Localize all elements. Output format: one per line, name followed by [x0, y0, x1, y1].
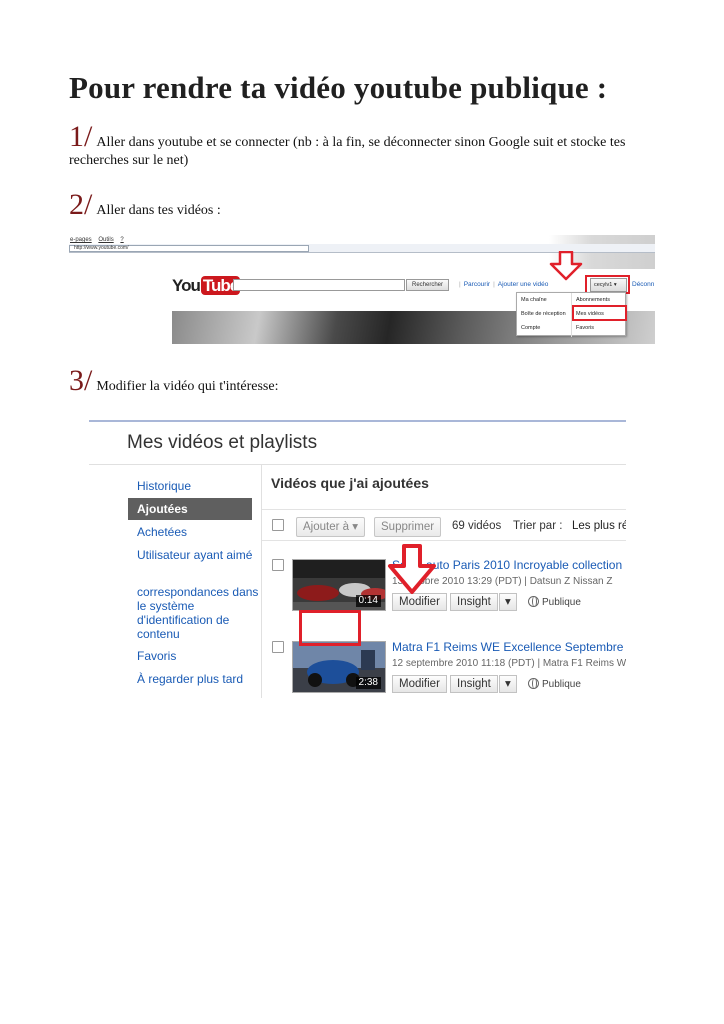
caret-down-icon: ▾: [505, 678, 511, 690]
my-videos-highlight: [572, 305, 627, 321]
privacy-status: Publique: [528, 596, 581, 608]
select-all-checkbox[interactable]: [272, 519, 284, 531]
header-links: | Parcourir | Ajouter une vidéo: [456, 281, 548, 288]
video-meta: 12 septembre 2010 11:18 (PDT) | Matra F1…: [392, 658, 626, 669]
sidebar-item-liked[interactable]: Utilisateur ayant aimé: [137, 548, 259, 562]
sidebar-item-content-id[interactable]: correspondances dans le système d'identi…: [137, 585, 259, 641]
address-url[interactable]: http://www.youtube.com/: [69, 245, 309, 252]
sidebar-item-purchased[interactable]: Achetées: [137, 525, 259, 539]
dropdown-favorites[interactable]: Favoris: [572, 321, 627, 335]
sidebar-item-watch-later[interactable]: À regarder plus tard: [137, 672, 259, 686]
step-3: 3/Modifier la vidéo qui t'intéresse:: [69, 366, 659, 396]
add-to-button[interactable]: Ajouter à ▾: [296, 517, 366, 537]
edit-button-highlight: [299, 610, 361, 646]
video-tags: Datsun Z Nissan Z: [529, 576, 613, 587]
sidebar-item-history[interactable]: Historique: [137, 479, 259, 493]
privacy-label: Publique: [542, 597, 581, 608]
add-to-label: Ajouter à: [303, 521, 350, 533]
step-2: 2/Aller dans tes vidéos :: [69, 190, 659, 220]
video-duration: 2:38: [355, 677, 381, 689]
step-3-number: 3/: [69, 364, 93, 397]
separator: |: [459, 281, 461, 288]
pointer-arrow-icon: [549, 251, 583, 281]
separator: |: [493, 281, 495, 288]
globe-icon: [528, 596, 539, 607]
step-2-text: Aller dans tes vidéos :: [96, 203, 221, 218]
step-1-number: 1/: [69, 120, 93, 153]
page-title: Mes vidéos et playlists: [127, 432, 318, 453]
edit-button[interactable]: Modifier: [392, 675, 447, 693]
sidebar-item-favorites[interactable]: Favoris: [137, 649, 259, 663]
dropdown-my-channel[interactable]: Ma chaîne: [517, 293, 571, 307]
caret-down-icon: ▾: [505, 596, 511, 608]
upload-link[interactable]: Ajouter une vidéo: [498, 281, 549, 288]
video-date: 12 septembre 2010 11:18 (PDT): [392, 658, 535, 669]
step-3-text: Modifier la vidéo qui t'intéresse:: [96, 379, 279, 394]
video-thumbnail[interactable]: 0:14: [292, 559, 386, 611]
insight-button[interactable]: Insight: [450, 593, 498, 611]
videos-toolbar: Ajouter à ▾ Supprimer 69 vidéos Trier pa…: [262, 509, 626, 541]
youtube-header-screenshot: e-pages Outils ? http://www.youtube.com/…: [69, 235, 655, 344]
insight-button[interactable]: Insight: [450, 675, 498, 693]
search-button[interactable]: Rechercher: [406, 279, 449, 291]
video-duration: 0:14: [355, 595, 381, 607]
dropdown-left-column: Ma chaîne Boîte de réception Compte: [517, 293, 572, 337]
caret-down-icon: ▾: [352, 521, 359, 533]
dropdown-inbox[interactable]: Boîte de réception: [517, 307, 571, 321]
menu-item-tools[interactable]: Outils: [98, 237, 113, 243]
insight-dropdown[interactable]: ▾: [499, 593, 517, 611]
logout-link[interactable]: Déconn: [632, 281, 654, 288]
videos-panel: Vidéos que j'ai ajoutées Ajouter à ▾ Sup…: [261, 464, 626, 698]
video-thumbnail[interactable]: 2:38: [292, 641, 386, 693]
video-checkbox[interactable]: [272, 559, 284, 571]
search-input[interactable]: [233, 279, 405, 291]
sort-label: Trier par :: [513, 520, 563, 532]
step-1-text: Aller dans youtube et se connecter (nb :…: [69, 135, 626, 168]
sidebar: Historique Ajoutées Achetées Utilisateur…: [89, 464, 261, 698]
video-checkbox[interactable]: [272, 641, 284, 653]
youtube-logo[interactable]: You Tube: [172, 276, 241, 296]
privacy-status: Publique: [528, 678, 581, 690]
insight-dropdown[interactable]: ▾: [499, 675, 517, 693]
globe-icon: [528, 678, 539, 689]
logo-you: You: [172, 276, 201, 295]
pointer-arrow-icon: [388, 544, 436, 594]
video-count: 69 vidéos: [452, 520, 502, 532]
sidebar-item-uploaded[interactable]: Ajoutées: [128, 498, 252, 520]
menu-item-help[interactable]: ?: [120, 237, 123, 243]
video-tags: Matra F1 Reims WE: [542, 658, 626, 669]
my-videos-screenshot: Mes vidéos et playlists Historique Ajout…: [89, 420, 626, 698]
delete-button[interactable]: Supprimer: [374, 517, 442, 537]
privacy-label: Publique: [542, 679, 581, 690]
browse-link[interactable]: Parcourir: [464, 281, 490, 288]
menu-item-epages[interactable]: e-pages: [70, 237, 92, 243]
section-title: Vidéos que j'ai ajoutées: [271, 475, 429, 491]
step-1: 1/Aller dans youtube et se connecter (nb…: [69, 122, 659, 170]
dropdown-account[interactable]: Compte: [517, 321, 571, 335]
video-title[interactable]: Matra F1 Reims WE Excellence Septembre: [392, 640, 623, 654]
document-title: Pour rendre ta vidéo youtube publique :: [69, 70, 608, 105]
step-2-number: 2/: [69, 188, 93, 221]
sort-select[interactable]: Les plus ré: [572, 520, 626, 532]
